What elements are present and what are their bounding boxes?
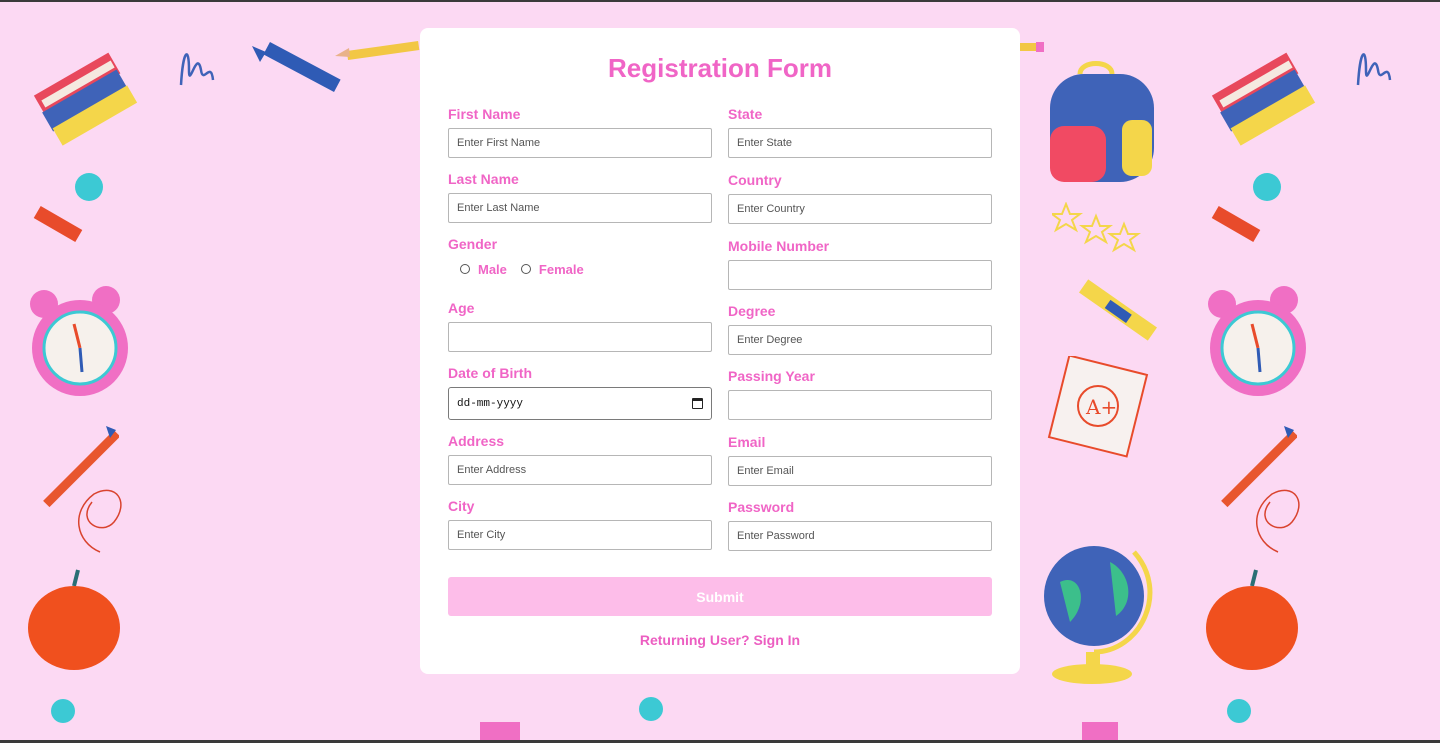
state-label: State (728, 106, 763, 122)
city-field: City (448, 498, 712, 563)
address-label: Address (448, 433, 505, 449)
right-column: State Country Mobile Number Degree Passi… (728, 106, 992, 564)
first-name-label: First Name (448, 106, 521, 122)
dob-field: Date of Birth dd-mm-yyyy (448, 365, 712, 433)
calendar-icon[interactable] (692, 398, 703, 409)
last-name-field: Last Name (448, 171, 712, 236)
eraser-icon (33, 205, 83, 243)
eraser-icon (1211, 205, 1261, 243)
last-name-input[interactable] (448, 193, 712, 223)
circle-dot (51, 699, 75, 723)
circle-dot (639, 697, 663, 721)
submit-button[interactable]: Submit (448, 577, 992, 616)
gender-male-label[interactable]: Male (478, 262, 507, 277)
scribble-icon (78, 489, 122, 553)
mobile-label: Mobile Number (728, 238, 830, 254)
crayon-icon (1079, 279, 1157, 341)
gender-male-radio[interactable] (460, 264, 470, 274)
state-field: State (728, 106, 992, 171)
age-field: Age (448, 300, 712, 365)
degree-label: Degree (728, 303, 776, 319)
gender-options: Male Female (448, 258, 712, 280)
gender-field: Gender Male Female (448, 236, 712, 300)
gender-female-radio[interactable] (520, 264, 531, 274)
pencil-icon (335, 41, 420, 60)
first-name-field: First Name (448, 106, 712, 171)
pencil-icon (1020, 42, 1044, 52)
stars-icon (1052, 202, 1141, 253)
form-title: Registration Form (608, 53, 832, 83)
scribble-icon (1256, 489, 1300, 553)
dob-label: Date of Birth (448, 365, 532, 381)
globe-icon (1044, 546, 1153, 684)
email-field: Email (728, 434, 992, 499)
left-column: First Name Last Name Gender Male Female … (448, 106, 712, 564)
country-field: Country (728, 172, 992, 238)
books-icon (33, 52, 138, 146)
registration-card: Registration Form First Name Last Name G… (420, 28, 1020, 674)
email-label: Email (728, 434, 766, 450)
age-label: Age (448, 300, 475, 316)
password-input[interactable] (728, 521, 992, 551)
degree-field: Degree (728, 303, 992, 368)
degree-input[interactable] (728, 325, 992, 355)
password-label: Password (728, 499, 795, 515)
country-input[interactable] (728, 194, 992, 224)
circle-dot (1253, 173, 1281, 201)
signin-link-row: Returning User? Sign In (448, 632, 992, 648)
city-input[interactable] (448, 520, 712, 550)
scribble-icon (1356, 53, 1392, 86)
books-icon (1211, 52, 1316, 146)
signin-link[interactable]: Returning User? Sign In (640, 632, 800, 648)
backpack-icon (1050, 61, 1154, 182)
apple-icon (1206, 569, 1298, 670)
scribble-icon (179, 53, 215, 86)
form-columns: First Name Last Name Gender Male Female … (448, 106, 992, 564)
city-label: City (448, 498, 475, 514)
dob-value: dd-mm-yyyy (457, 397, 524, 410)
gender-label: Gender (448, 236, 498, 252)
first-name-input[interactable] (448, 128, 712, 158)
country-label: Country (728, 172, 782, 188)
mobile-input[interactable] (728, 260, 992, 290)
alarm-clock-icon (1208, 286, 1306, 396)
notepad-icon: A+ (1047, 356, 1149, 458)
apple-icon (28, 569, 120, 670)
email-input[interactable] (728, 456, 992, 486)
dob-input[interactable]: dd-mm-yyyy (448, 387, 712, 420)
address-input[interactable] (448, 455, 712, 485)
state-input[interactable] (728, 128, 992, 158)
password-field: Password (728, 499, 992, 564)
circle-dot (1227, 699, 1251, 723)
passing-year-field: Passing Year (728, 368, 992, 434)
mobile-field: Mobile Number (728, 238, 992, 303)
alarm-clock-icon (30, 286, 128, 396)
gender-female-label[interactable]: Female (539, 262, 584, 277)
last-name-label: Last Name (448, 171, 519, 187)
svg-text:A+: A+ (1085, 395, 1117, 419)
circle-dot (75, 173, 103, 201)
passing-year-input[interactable] (728, 390, 992, 420)
age-input[interactable] (448, 322, 712, 352)
address-field: Address (448, 433, 712, 498)
passing-year-label: Passing Year (728, 368, 815, 384)
